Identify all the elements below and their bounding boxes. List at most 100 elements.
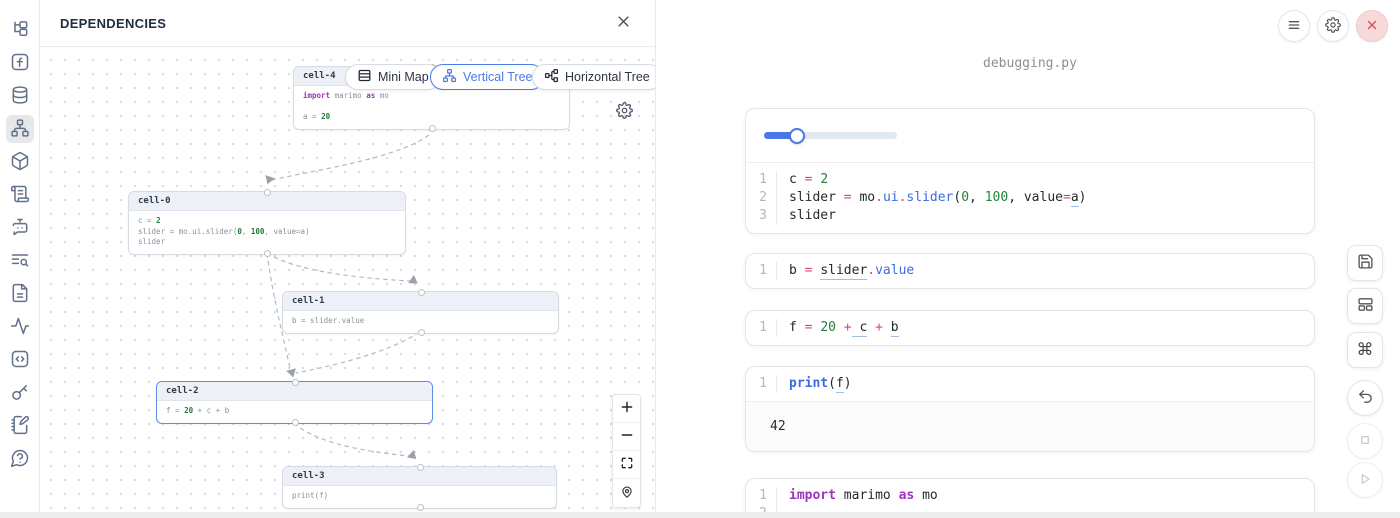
code-line: c = 2: [789, 171, 1086, 189]
layout-button[interactable]: [1347, 288, 1383, 324]
notebook-settings-button[interactable]: [1317, 10, 1349, 42]
graph-node-cell-0[interactable]: cell-0 c = 2 slider = mo.ui.slider(0, 10…: [128, 191, 406, 255]
keyboard-shortcuts-button[interactable]: ⌘: [1347, 332, 1383, 368]
code-line: b = slider.value: [789, 262, 914, 280]
vertical-tree-label: Vertical Tree: [463, 70, 532, 84]
notebook-shutdown-button[interactable]: [1356, 10, 1388, 42]
mini-map-label: Mini Map: [378, 70, 429, 84]
code-line: slider = mo.ui.slider(0, 100, value=a): [789, 189, 1086, 207]
notebook-menu-button[interactable]: [1278, 10, 1310, 42]
file-document-icon: [10, 283, 30, 306]
activity-pulse-icon: [10, 316, 30, 339]
horizontal-tree-button[interactable]: Horizontal Tree: [532, 64, 655, 90]
zoom-out-button[interactable]: [613, 423, 640, 451]
line-number: 1: [746, 319, 767, 337]
layout-panels-icon: [1357, 296, 1374, 316]
zoom-in-button[interactable]: [613, 395, 640, 423]
node-code-line: print(f): [292, 491, 547, 502]
help-question-icon: [10, 448, 30, 471]
sidebar-item-file-tree[interactable]: [6, 16, 34, 44]
code-line: f = 20 + c + b: [789, 319, 899, 337]
line-number: 1: [746, 375, 767, 393]
code-square-icon: [10, 349, 30, 372]
graph-zoom-controls: [612, 394, 641, 508]
sidebar-item-packages[interactable]: [6, 148, 34, 176]
notebook-cell-f: 1 f = 20 + c + b: [745, 310, 1315, 346]
mini-map-button[interactable]: Mini Map: [345, 64, 441, 90]
sidebar-item-chat[interactable]: [6, 214, 34, 242]
sidebar-item-secrets[interactable]: [6, 379, 34, 407]
dependencies-panel: DEPENDENCIES: [40, 0, 656, 518]
map-pin-icon: [620, 485, 634, 502]
sidebar-item-tracing[interactable]: [6, 313, 34, 341]
minus-icon: [620, 428, 634, 445]
cell-output-area: [746, 109, 1314, 163]
gear-icon: [616, 102, 633, 122]
dependency-graph-canvas[interactable]: cell-4 import marimo as mo a = 20 cell-0…: [40, 47, 655, 518]
run-button[interactable]: [1347, 462, 1383, 498]
graph-node-cell-3[interactable]: cell-3 print(f): [282, 466, 557, 509]
text-search-icon: [10, 250, 30, 273]
graph-node-cell-2[interactable]: cell-2 f = 20 + c + b: [156, 381, 433, 424]
stop-icon: [1357, 432, 1373, 451]
horizontal-tree-icon: [544, 68, 559, 86]
node-code-line: c = 2: [138, 216, 396, 227]
node-code-line: a = 20: [303, 112, 560, 123]
file-tree-icon: [10, 19, 30, 42]
horizontal-tree-label: Horizontal Tree: [565, 70, 650, 84]
plus-icon: [620, 400, 634, 417]
notebook-cell-print: 1 print(f) 42: [745, 366, 1315, 452]
sidebar-item-datasets[interactable]: [6, 82, 34, 110]
gear-icon: [1325, 17, 1341, 36]
database-icon: [10, 85, 30, 108]
sidebar-item-documentation[interactable]: [6, 181, 34, 209]
line-number: 1: [746, 171, 767, 189]
graph-node-title: cell-0: [129, 192, 405, 211]
save-button[interactable]: [1347, 245, 1383, 281]
slider-thumb[interactable]: [789, 128, 805, 144]
play-icon: [1357, 471, 1373, 490]
panel-close-button[interactable]: [612, 10, 635, 36]
node-code-line: import marimo as mo: [303, 91, 560, 102]
stop-button[interactable]: [1347, 423, 1383, 459]
command-icon: ⌘: [1357, 340, 1374, 360]
undo-icon: [1357, 388, 1374, 408]
sidebar-item-dependencies[interactable]: [6, 115, 34, 143]
cell-code-editor[interactable]: 1 f = 20 + c + b: [746, 311, 1314, 345]
cell-code-editor[interactable]: 1 print(f): [746, 367, 1314, 401]
node-code-line: slider = mo.ui.slider(0, 100, value=a): [138, 227, 396, 238]
save-icon: [1357, 253, 1374, 273]
sidebar-item-snippets[interactable]: [6, 346, 34, 374]
sidebar-item-logs[interactable]: [6, 280, 34, 308]
scroll-text-icon: [10, 184, 30, 207]
sidebar-item-scratchpad[interactable]: [6, 412, 34, 440]
slider-widget[interactable]: [764, 128, 897, 144]
graph-node-title: cell-2: [157, 382, 432, 401]
sidebar-item-variables[interactable]: [6, 49, 34, 77]
undo-button[interactable]: [1347, 380, 1383, 416]
line-number: 1: [746, 487, 767, 505]
pin-location-button[interactable]: [613, 479, 640, 507]
helper-panel-rail: [0, 0, 40, 518]
vertical-tree-button[interactable]: Vertical Tree: [430, 64, 544, 90]
panel-title: DEPENDENCIES: [60, 16, 166, 31]
dependency-graph-icon: [10, 118, 30, 141]
close-x-icon: [1365, 18, 1379, 35]
package-box-icon: [10, 151, 30, 174]
node-code-line: [303, 102, 560, 113]
cell-code-editor[interactable]: 1 b = slider.value: [746, 254, 1314, 288]
notebook-filename: debugging.py: [745, 56, 1315, 71]
line-number: 2: [746, 189, 767, 207]
vertical-tree-icon: [442, 68, 457, 86]
sidebar-item-outline[interactable]: [6, 247, 34, 275]
node-code-line: b = slider.value: [292, 316, 549, 327]
cell-output-text: 42: [746, 401, 1314, 451]
graph-node-cell-1[interactable]: cell-1 b = slider.value: [282, 291, 559, 334]
code-line: slider: [789, 207, 1086, 225]
sidebar-item-help[interactable]: [6, 445, 34, 473]
node-code-line: slider: [138, 237, 396, 248]
graph-settings-button[interactable]: [616, 102, 633, 122]
fit-view-button[interactable]: [613, 451, 640, 479]
cell-code-editor[interactable]: 1 2 3 c = 2 slider = mo.ui.slider(0, 100…: [746, 163, 1314, 233]
bottom-scroll-strip[interactable]: [0, 512, 1400, 518]
